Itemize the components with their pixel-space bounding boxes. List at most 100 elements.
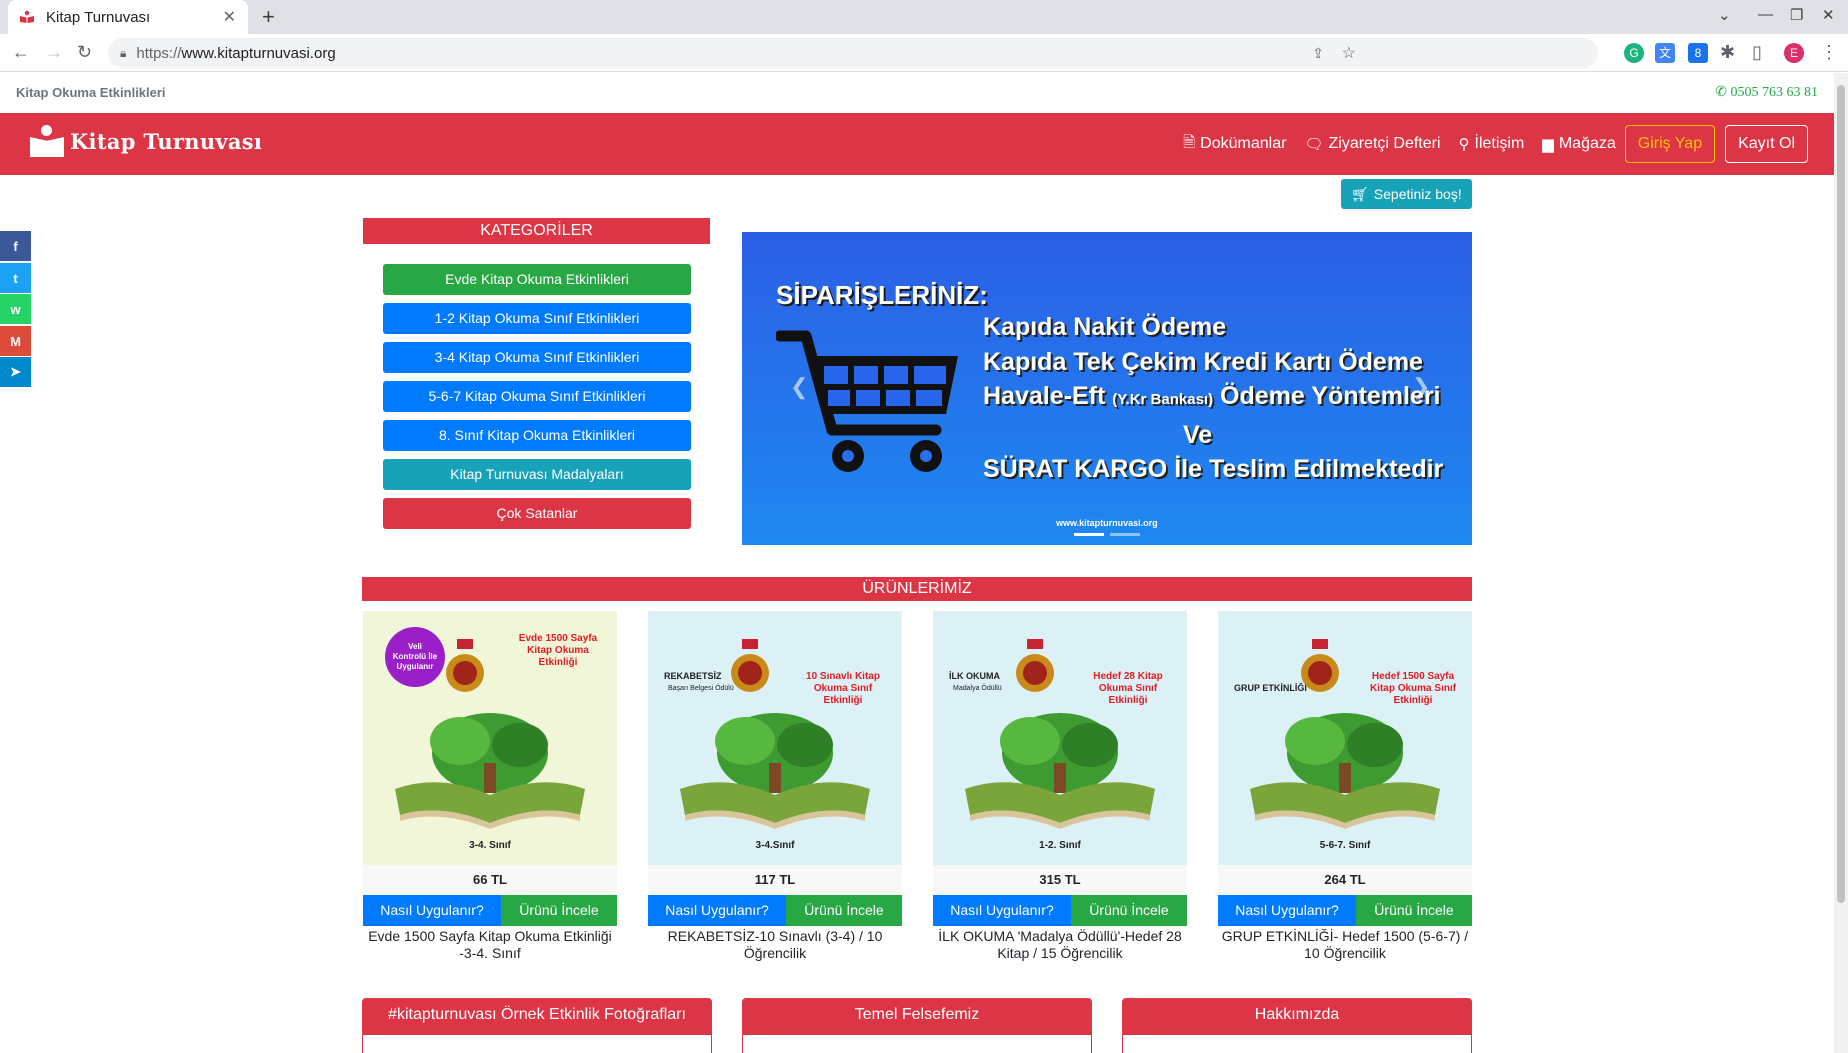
site-header: Kitap Turnuvası 🗎︎ Dokümanlar 🗨︎ Ziyaretçi…: [0, 113, 1834, 175]
lock-icon: 🔒︎: [120, 45, 127, 60]
category-button[interactable]: 1-2 Kitap Okuma Sınıf Etkinlikleri: [383, 303, 691, 334]
nav-store-label: Mağaza: [1558, 135, 1616, 152]
back-icon[interactable]: ←: [12, 42, 30, 63]
open-book-illustration-icon: [395, 713, 585, 829]
tab-close-icon[interactable]: ✕: [223, 7, 236, 27]
category-button[interactable]: 8. Sınıf Kitap Okuma Etkinlikleri: [383, 420, 691, 451]
nav-guestbook[interactable]: 🗨︎ Ziyaretçi Defteri: [1304, 135, 1440, 153]
slide-text-lines: Kapıda Nakit Ödeme Kapıda Tek Çekim Kred…: [983, 310, 1443, 487]
category-button[interactable]: 5-6-7 Kitap Okuma Sınıf Etkinlikleri: [383, 381, 691, 412]
category-button[interactable]: Çok Satanlar: [383, 498, 691, 529]
nav-contact[interactable]: ⚲ İletişim: [1459, 135, 1525, 153]
nav-documents[interactable]: 🗎︎ Dokümanlar: [1183, 132, 1286, 157]
categories-title: KATEGORİLER: [363, 218, 710, 244]
how-to-apply-button[interactable]: Nasıl Uygulanır?: [363, 895, 501, 926]
product-title[interactable]: GRUP ETKİNLİĞİ- Hedef 1500 (5-6-7) / 10 …: [1218, 928, 1472, 962]
product-card: İLK OKUMA Madalya Ödüllü Hedef 28 Kitap Ok…: [933, 611, 1187, 962]
grammarly-extension-icon[interactable]: G: [1624, 43, 1644, 63]
restore-icon[interactable]: ❐: [1790, 6, 1803, 24]
side-panel-icon[interactable]: ▯: [1752, 42, 1762, 63]
reload-icon[interactable]: ↻: [77, 42, 92, 63]
tab-search-icon[interactable]: ⌄: [1718, 6, 1731, 24]
browser-menu-icon[interactable]: ⋮: [1820, 42, 1838, 63]
new-tab-icon[interactable]: +: [262, 4, 275, 30]
forward-icon[interactable]: →: [45, 42, 63, 63]
section-photos-title: #kitapturnuvası Örnek Etkinlik Fotoğrafl…: [363, 999, 711, 1035]
site-logo[interactable]: Kitap Turnuvası: [30, 125, 262, 157]
product-image-caption: Hedef 28 Kitap Okuma Sınıf Etkinliği: [1093, 671, 1163, 706]
site-tagline: Kitap Okuma Etkinlikleri: [16, 85, 166, 100]
translate-extension-icon[interactable]: 文: [1655, 43, 1675, 63]
slide-line-5: SÜRAT KARGO İle Teslim Edilmektedir: [983, 455, 1444, 483]
scrollbar-thumb[interactable]: [1837, 85, 1845, 903]
slider-next-icon[interactable]: ❯: [1412, 374, 1430, 400]
extension-badge-icon[interactable]: 8: [1688, 43, 1708, 63]
view-product-button[interactable]: Ürünü İncele: [1356, 895, 1472, 926]
view-product-button[interactable]: Ürünü İncele: [1071, 895, 1187, 926]
category-button[interactable]: Kitap Turnuvası Madalyaları: [383, 459, 691, 490]
product-image[interactable]: GRUP ETKİNLİĞİ Hedef 1500 Sayfa Kitap Oku…: [1218, 611, 1472, 865]
product-grade: 3-4. Sınıf: [469, 840, 511, 851]
product-title[interactable]: İLK OKUMA 'Madalya Ödüllü'-Hedef 28 Kita…: [933, 928, 1187, 962]
view-product-button[interactable]: Ürünü İncele: [501, 895, 617, 926]
how-to-apply-button[interactable]: Nasıl Uygulanır?: [1218, 895, 1356, 926]
extension-badge-count: 8: [1694, 46, 1702, 60]
medal-icon: [446, 639, 484, 692]
page-scrollbar[interactable]: [1834, 73, 1848, 1053]
view-product-button[interactable]: Ürünü İncele: [786, 895, 902, 926]
extensions-puzzle-icon[interactable]: ✱: [1720, 42, 1735, 63]
whatsapp-phone-link[interactable]: ✆ 0505 763 63 81: [1715, 84, 1818, 101]
product-image-caption: 10 Sınavlı Kitap Okuma Sınıf Etkinliği: [806, 671, 880, 706]
product-grade: 3-4.Sınıf: [755, 840, 795, 851]
telegram-icon[interactable]: ➤: [0, 357, 31, 387]
product-image[interactable]: İLK OKUMA Madalya Ödüllü Hedef 28 Kitap Ok…: [933, 611, 1187, 865]
how-to-apply-button[interactable]: Nasıl Uygulanır?: [933, 895, 1071, 926]
category-button[interactable]: Evde Kitap Okuma Etkinlikleri: [383, 264, 691, 295]
login-button[interactable]: Giriş Yap: [1624, 125, 1716, 163]
site-favicon-icon: [20, 10, 34, 24]
product-image-sublabel: Madalya Ödüllü: [953, 685, 1002, 692]
slider-prev-icon[interactable]: ❮: [790, 374, 808, 400]
medal-icon: [1016, 639, 1054, 692]
category-button[interactable]: 3-4 Kitap Okuma Sınıf Etkinlikleri: [383, 342, 691, 373]
section-philosophy-title: Temel Felsefemiz: [743, 999, 1091, 1035]
product-price: 66 TL: [363, 865, 617, 895]
profile-initial: E: [1789, 46, 1798, 60]
product-price: 264 TL: [1218, 865, 1472, 895]
bookmark-star-icon[interactable]: ☆: [1342, 43, 1356, 63]
url-field[interactable]: 🔒︎ https://www.kitapturnuvasi.org ⇪ ☆: [108, 38, 1598, 68]
promo-slider[interactable]: SİPARİŞLERİNİZ: Kapıda Nakit Ödeme Kapıd…: [742, 232, 1472, 545]
url-scheme: https://: [136, 44, 182, 62]
slide-line-3c: Ödeme Yöntemleri: [1220, 382, 1441, 410]
product-image[interactable]: Veli Kontrolü İle Uygulanır Evde 1500 Say…: [363, 611, 617, 865]
facebook-icon[interactable]: f: [0, 231, 31, 261]
window-close-icon[interactable]: ✕: [1822, 6, 1835, 24]
cart-label: Sepetiniz boş!: [1373, 186, 1462, 202]
browser-tab[interactable]: Kitap Turnuvası ✕: [8, 0, 248, 34]
whatsapp-icon: ✆: [1715, 85, 1727, 100]
parent-control-badge: Veli Kontrolü İle Uygulanır: [385, 627, 445, 687]
how-to-apply-button[interactable]: Nasıl Uygulanır?: [648, 895, 786, 926]
products-title: ÜRÜNLERİMİZ: [362, 577, 1472, 601]
slide-line-1: Kapıda Nakit Ödeme: [983, 313, 1227, 341]
nav-store[interactable]: ▆ Mağaza: [1542, 135, 1615, 153]
whatsapp-icon[interactable]: w: [0, 294, 31, 324]
share-page-icon[interactable]: ⇪: [1312, 45, 1324, 62]
register-button[interactable]: Kayıt Ol: [1725, 125, 1808, 163]
product-image[interactable]: REKABETSİZ Başarı Belgesi Ödülü 10 Sınavlı…: [648, 611, 902, 865]
product-grade: 1-2. Sınıf: [1039, 840, 1081, 851]
map-marker-icon: ⚲: [1458, 136, 1470, 153]
slider-indicator-2[interactable]: [1110, 533, 1140, 536]
product-title[interactable]: REKABETSİZ-10 Sınavlı (3-4) / 10 Öğrenci…: [648, 928, 902, 962]
minimize-icon[interactable]: —: [1758, 6, 1773, 23]
cart-button[interactable]: 🛒︎ Sepetiniz boş!: [1341, 179, 1472, 209]
profile-avatar[interactable]: E: [1784, 43, 1804, 63]
tab-title: Kitap Turnuvası: [46, 8, 151, 26]
open-book-illustration-icon: [1250, 713, 1440, 829]
slider-indicator-1[interactable]: [1074, 533, 1104, 536]
product-title[interactable]: Evde 1500 Sayfa Kitap Okuma Etkinliği -3…: [363, 928, 617, 962]
product-image-caption: Hedef 1500 Sayfa Kitap Okuma Sınıf Etkin…: [1369, 671, 1457, 706]
twitter-icon[interactable]: t: [0, 263, 31, 293]
gmail-icon[interactable]: M: [0, 326, 31, 356]
product-image-caption: Evde 1500 Sayfa Kitap Okuma Etkinliği: [518, 633, 598, 668]
